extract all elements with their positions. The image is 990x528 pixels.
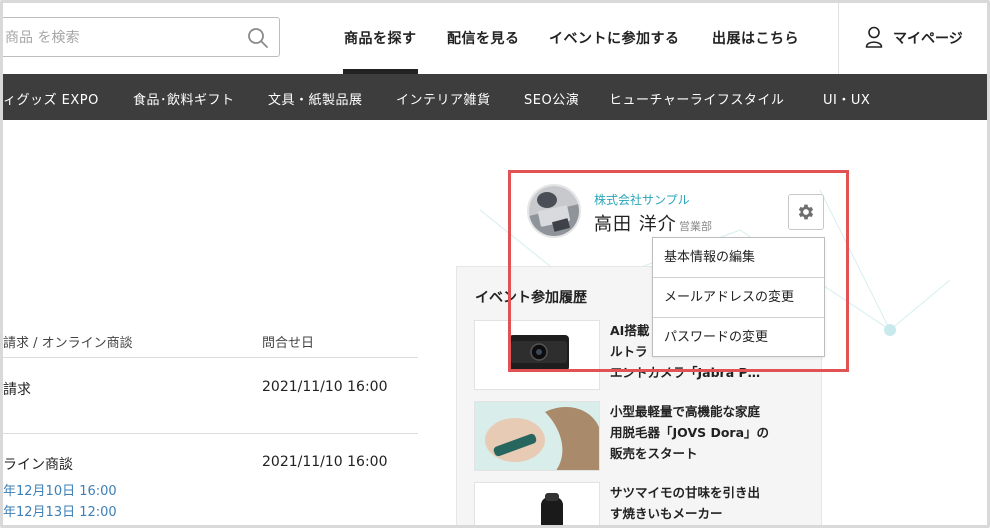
menu-edit-basic-info[interactable]: 基本情報の編集 [653,238,824,278]
divider [0,357,418,358]
category-item[interactable]: 食品･飲料ギフト [133,89,235,108]
meeting-slot[interactable]: 年12月10日 16:00 [3,480,117,499]
event-title: 小型最軽量で高機能な家庭 用脱毛器「JOVS Dora」の 販売をスタート [610,404,770,461]
search-box [0,17,280,57]
search-input[interactable] [5,27,225,49]
nav-watch-streams[interactable]: 配信を見る [447,28,520,48]
company-name: 株式会社サンプル [594,193,690,207]
table-header-date: 問合せ日 [262,336,315,351]
settings-dropdown: 基本情報の編集 メールアドレスの変更 パスワードの変更 [652,237,825,357]
user-department: 営業部 [679,220,712,233]
search-icon[interactable] [247,27,269,49]
meeting-slot[interactable]: 年12月13日 12:00 [3,501,117,520]
event-thumbnail [474,401,600,471]
category-item[interactable]: SEO公演 [524,89,579,108]
category-bar: ィグッズ EXPO 食品･飲料ギフト 文具・紙製品展 インテリア雑貨 SEO公演… [0,74,990,120]
event-thumbnail [474,482,600,528]
table-cell-type: 請求 [3,382,31,398]
gear-icon [798,204,814,220]
category-item[interactable]: 文具・紙製品展 [268,89,363,108]
event-thumbnail [474,320,600,390]
table-header-type: 請求 / オンライン商談 [3,336,133,351]
nav-join-events[interactable]: イベントに参加する [549,28,680,48]
category-item[interactable]: ヒューチャーライフスタイル [609,89,784,108]
table-cell-type: ライン商談 [3,457,73,473]
avatar[interactable] [527,184,581,238]
event-item[interactable]: サツマイモの甘味を引き出 す焼きいもメーカー [474,482,804,528]
divider [0,433,418,434]
nav-find-products[interactable]: 商品を探す [344,28,417,48]
category-item[interactable]: UI・UX [823,89,870,108]
header: 商品を探す 配信を見る イベントに参加する 出展はこちら マイページ [0,0,990,74]
category-item[interactable]: ィグッズ EXPO [3,89,99,108]
table-cell-date: 2021/11/10 16:00 [262,454,388,470]
nav-exhibit[interactable]: 出展はこちら [712,28,799,48]
category-item[interactable]: インテリア雑貨 [396,89,491,108]
user-name: 高田 洋介 [594,214,677,235]
event-title: サツマイモの甘味を引き出 す焼きいもメーカー [610,485,761,521]
settings-button[interactable] [788,194,824,230]
event-item[interactable]: 小型最軽量で高機能な家庭 用脱毛器「JOVS Dora」の 販売をスタート [474,401,804,473]
event-history-title: イベント参加履歴 [475,290,587,306]
menu-change-email[interactable]: メールアドレスの変更 [653,278,824,318]
person-icon [865,26,883,48]
mypage-button[interactable]: マイページ [838,0,990,74]
mypage-label: マイページ [893,31,963,47]
menu-change-password[interactable]: パスワードの変更 [653,318,824,358]
table-cell-date: 2021/11/10 16:00 [262,379,388,395]
